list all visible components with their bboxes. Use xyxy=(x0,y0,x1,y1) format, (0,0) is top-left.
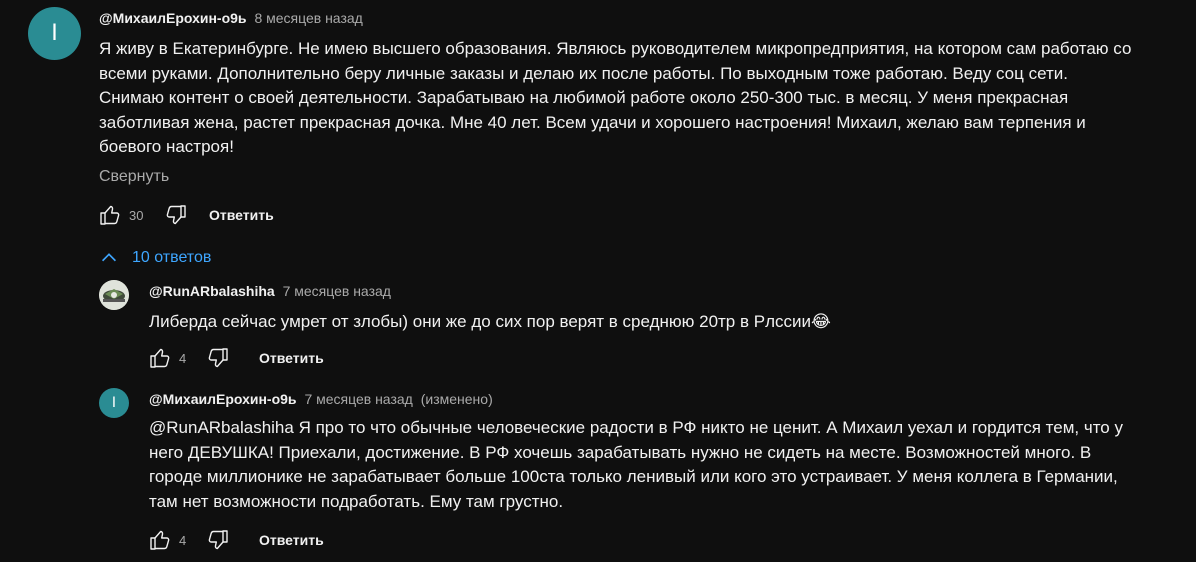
dislike-button[interactable] xyxy=(163,202,189,228)
chevron-up-icon xyxy=(101,253,117,262)
like-button[interactable] xyxy=(147,345,173,371)
reply-text-line: него ДЕВУШКА! Приехали, достижение. В РФ… xyxy=(149,442,1092,462)
reply-header: @RunARbalashiha 7 месяцев назад xyxy=(149,283,391,299)
avatar-letter: I xyxy=(51,21,58,46)
reply-actions: 4 Ответить xyxy=(147,343,324,373)
avatar-letter: I xyxy=(111,395,117,411)
like-count: 4 xyxy=(179,532,187,548)
avatar[interactable] xyxy=(99,280,129,310)
comment-author[interactable]: @МихаилЕрохин-о9ь xyxy=(99,10,247,26)
reply-button[interactable]: Ответить xyxy=(259,532,324,548)
reply-text: Либерда сейчас умрет от злобы) они же до… xyxy=(149,310,831,335)
dislike-button[interactable] xyxy=(205,345,231,371)
comment-text-line: боевого настроя! xyxy=(99,137,234,156)
like-button[interactable] xyxy=(97,202,123,228)
collapse-button[interactable]: Свернуть xyxy=(99,168,169,186)
comment-actions: 30 Ответить xyxy=(97,200,274,230)
reply-actions: 4 Ответить xyxy=(147,525,324,555)
comment-header: @МихаилЕрохин-о9ь 8 месяцев назад xyxy=(99,10,363,26)
like-count: 4 xyxy=(179,350,187,366)
reply-text: @RunARbalashiha Я про то что обычные чел… xyxy=(149,416,1123,514)
avatar[interactable]: I xyxy=(99,388,129,418)
comment-text-line: Снимаю контент о своей деятельности. Зар… xyxy=(99,88,1069,107)
reply-time[interactable]: 7 месяцев назад xyxy=(304,391,412,407)
reply-author[interactable]: @RunARbalashiha xyxy=(149,283,275,299)
reply-text-line: там нет возможности подработать. Ему там… xyxy=(149,491,564,511)
comment-time[interactable]: 8 месяцев назад xyxy=(254,10,362,26)
reply-header: @МихаилЕрохин-о9ь 7 месяцев назад (измен… xyxy=(149,391,493,407)
reply-text-line: городе миллионике не зарабатывает больше… xyxy=(149,467,1118,486)
comment-text-line: заботливая жена, растет прекрасная дочка… xyxy=(99,112,1086,132)
thumb-up-icon xyxy=(150,348,170,368)
like-button[interactable] xyxy=(147,527,173,553)
reply-text-line: @RunARbalashiha Я про то что обычные чел… xyxy=(149,418,1123,437)
avatar[interactable]: I xyxy=(28,7,81,60)
reply-button[interactable]: Ответить xyxy=(209,207,274,223)
like-count: 30 xyxy=(129,207,144,223)
reply-text-line: Либерда сейчас умрет от злобы) они же до… xyxy=(149,312,831,331)
channel-logo-image xyxy=(99,280,129,310)
replies-count: 10 ответов xyxy=(132,249,212,266)
comment-text: Я живу в Екатеринбурге. Не имею высшего … xyxy=(99,37,1131,160)
edited-label: (изменено) xyxy=(420,391,493,407)
comment-text-line: Я живу в Екатеринбурге. Не имею высшего … xyxy=(99,39,1132,58)
thumb-down-icon xyxy=(208,348,228,368)
thumb-down-icon xyxy=(208,530,228,550)
replies-toggle-button[interactable]: 10 ответов xyxy=(98,243,211,273)
reply-button[interactable]: Ответить xyxy=(259,350,324,366)
thumb-up-icon xyxy=(150,530,170,550)
thumb-up-icon xyxy=(100,205,120,225)
dislike-button[interactable] xyxy=(205,527,231,553)
reply-author[interactable]: @МихаилЕрохин-о9ь xyxy=(149,391,297,407)
comment-text-line: всеми руками. Дополнительно беру личные … xyxy=(99,63,1068,83)
thumb-down-icon xyxy=(166,205,186,225)
reply-time[interactable]: 7 месяцев назад xyxy=(283,283,391,299)
